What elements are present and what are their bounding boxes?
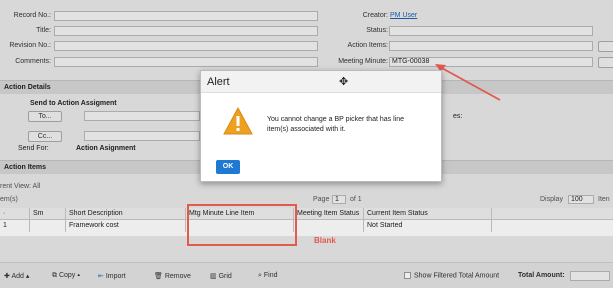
ok-button-label: OK <box>222 163 234 170</box>
alert-dialog-titlebar[interactable]: Alert ✥ <box>201 71 441 93</box>
arrow-line <box>439 66 501 101</box>
move-cursor-icon: ✥ <box>339 76 349 88</box>
alert-dialog-message: You cannot change a BP picker that has l… <box>267 116 404 133</box>
alert-dialog-title: Alert <box>207 76 230 88</box>
ok-button[interactable]: OK <box>216 160 240 174</box>
warning-icon <box>223 107 253 135</box>
